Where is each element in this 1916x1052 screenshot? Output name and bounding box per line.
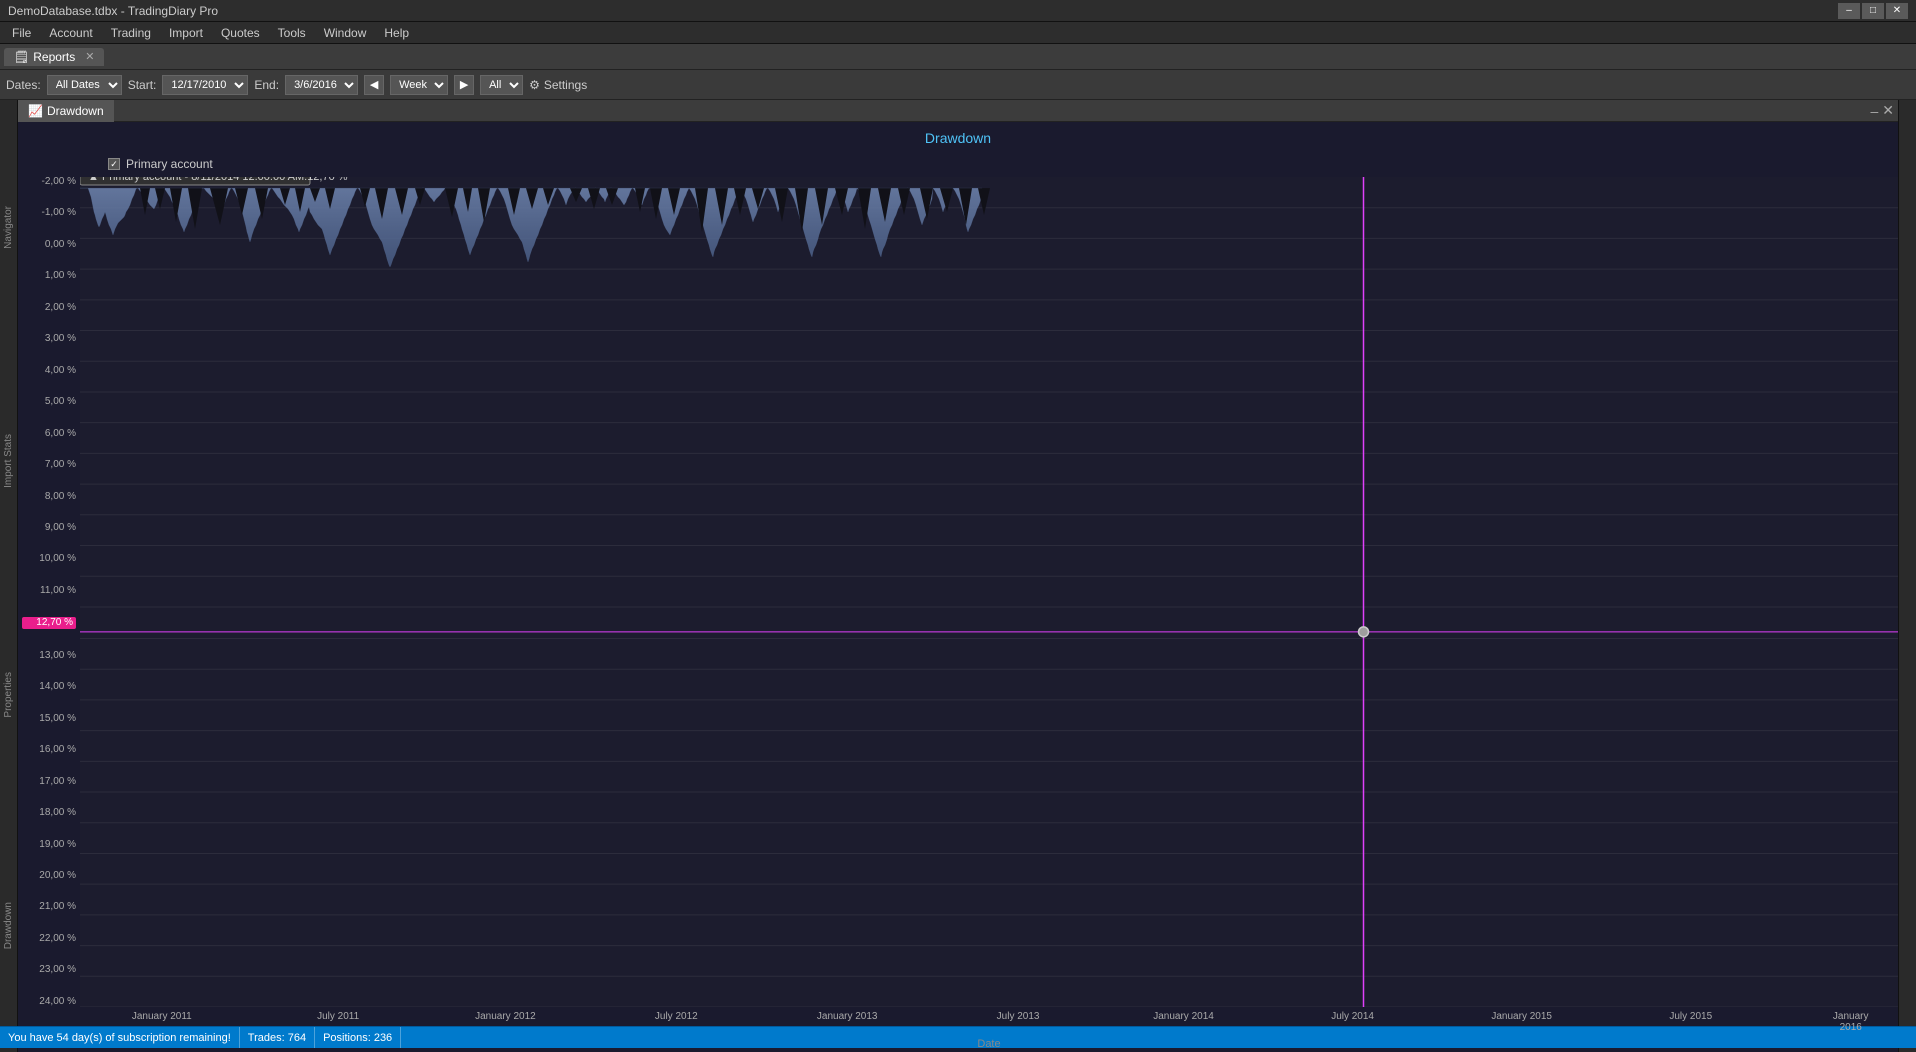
sidebar-navigator-label: Navigator xyxy=(3,206,14,249)
settings-button[interactable]: ⚙ Settings xyxy=(529,78,587,92)
y-label-9: 9,00 % xyxy=(22,523,76,533)
week-select[interactable]: Week xyxy=(390,75,448,95)
chart-title: Drawdown xyxy=(925,130,991,146)
legend-checkbox[interactable]: ✓ xyxy=(108,158,120,170)
sidebar-drawdown-label: Drawdown xyxy=(3,902,14,949)
reports-tab-close[interactable]: ✕ xyxy=(85,50,94,63)
menu-help[interactable]: Help xyxy=(376,24,417,42)
chart-area: 📈 Drawdown – ✕ Drawdown ✓ Primary accoun… xyxy=(18,100,1898,1052)
legend-label: Primary account xyxy=(126,157,213,171)
sidebar-properties-label: Properties xyxy=(3,672,14,718)
y-axis: -2,00 % -1,00 % 0,00 % 1,00 % 2,00 % 3,0… xyxy=(18,177,80,1007)
end-date-select[interactable]: 3/6/2016 xyxy=(285,75,358,95)
x-label-jan2015: January 2015 xyxy=(1491,1011,1552,1022)
y-label-10: 10,00 % xyxy=(22,554,76,564)
x-label-jul2014: July 2014 xyxy=(1331,1011,1374,1022)
y-label-17: 17,00 % xyxy=(22,777,76,787)
y-label-21: 21,00 % xyxy=(22,902,76,912)
menu-bar: File Account Trading Import Quotes Tools… xyxy=(0,22,1916,44)
reports-tab[interactable]: 🗒 Reports ✕ xyxy=(4,48,104,66)
title-bar-controls: – □ ✕ xyxy=(1838,3,1908,19)
y-label-2: 2,00 % xyxy=(22,303,76,313)
sidebar-import-label: Import Stats xyxy=(3,434,14,488)
reports-tab-bar: 🗒 Reports ✕ xyxy=(0,44,1916,70)
chart-inner: Drawdown ✓ Primary account xyxy=(18,122,1898,1052)
end-label: End: xyxy=(254,78,279,92)
chart-legend: ✓ Primary account xyxy=(108,157,213,171)
reports-tab-icon: 🗒 xyxy=(14,50,29,64)
y-label-12-highlighted: 12,70 % xyxy=(22,617,76,629)
y-label-16: 16,00 % xyxy=(22,745,76,755)
y-label-22: 22,00 % xyxy=(22,934,76,944)
menu-account[interactable]: Account xyxy=(41,24,100,42)
y-label-19: 19,00 % xyxy=(22,840,76,850)
next-button[interactable]: ▶ xyxy=(454,75,474,95)
menu-quotes[interactable]: Quotes xyxy=(213,24,268,42)
title-bar-title: DemoDatabase.tdbx - TradingDiary Pro xyxy=(8,4,218,18)
y-label-20: 20,00 % xyxy=(22,871,76,881)
y-label-0: 0,00 % xyxy=(22,240,76,250)
close-button[interactable]: ✕ xyxy=(1886,3,1908,19)
left-sidebar: Navigator Import Stats Properties Drawdo… xyxy=(0,100,18,1052)
dates-label: Dates: xyxy=(6,78,41,92)
y-label-n2: -2,00 % xyxy=(22,177,76,187)
y-label-6: 6,00 % xyxy=(22,429,76,439)
minimize-button[interactable]: – xyxy=(1838,3,1860,19)
menu-tools[interactable]: Tools xyxy=(270,24,314,42)
y-label-13: 13,00 % xyxy=(22,651,76,661)
x-label-jan2016: January 2016 xyxy=(1827,1011,1874,1033)
x-label-jan2012: January 2012 xyxy=(475,1011,536,1022)
y-label-15: 15,00 % xyxy=(22,714,76,724)
all-select[interactable]: All xyxy=(480,75,523,95)
y-label-1: 1,00 % xyxy=(22,271,76,281)
drawdown-minimize-btn[interactable]: – xyxy=(1870,103,1878,119)
settings-icon: ⚙ xyxy=(529,78,540,92)
menu-import[interactable]: Import xyxy=(161,24,211,42)
drawdown-tab-label: Drawdown xyxy=(47,104,104,118)
x-label-jan2013: January 2013 xyxy=(817,1011,878,1022)
y-label-8: 8,00 % xyxy=(22,492,76,502)
drawdown-tab-controls: – ✕ xyxy=(1870,102,1898,119)
y-label-18: 18,00 % xyxy=(22,808,76,818)
main-area: Navigator Import Stats Properties Drawdo… xyxy=(0,100,1916,1052)
right-sidebar xyxy=(1898,100,1916,1052)
x-label-jan2014: January 2014 xyxy=(1153,1011,1214,1022)
y-label-24: 24,00 % xyxy=(22,997,76,1007)
y-label-23: 23,00 % xyxy=(22,965,76,975)
y-label-4: 4,00 % xyxy=(22,366,76,376)
x-axis-title: Date xyxy=(977,1038,1000,1050)
chart-svg: ▲ Primary account - 8/11/2014 12:00:00 A… xyxy=(80,177,1898,1007)
drawdown-tab[interactable]: 📈 Drawdown xyxy=(18,100,114,122)
menu-trading[interactable]: Trading xyxy=(103,24,159,42)
title-bar: DemoDatabase.tdbx - TradingDiary Pro – □… xyxy=(0,0,1916,22)
y-label-11: 11,00 % xyxy=(22,586,76,596)
svg-text:▲ Primary account - 8/11/2014: ▲ Primary account - 8/11/2014 12:00:00 A… xyxy=(88,177,348,183)
prev-button[interactable]: ◀ xyxy=(364,75,384,95)
x-label-jul2015: July 2015 xyxy=(1669,1011,1712,1022)
y-label-7: 7,00 % xyxy=(22,460,76,470)
reports-tab-label: Reports xyxy=(33,50,75,64)
y-label-5: 5,00 % xyxy=(22,397,76,407)
x-axis: January 2011 July 2011 January 2012 July… xyxy=(80,1007,1898,1052)
drawdown-close-btn[interactable]: ✕ xyxy=(1882,102,1894,119)
x-label-jul2013: July 2013 xyxy=(997,1011,1040,1022)
menu-file[interactable]: File xyxy=(4,24,39,42)
x-label-jul2012: July 2012 xyxy=(655,1011,698,1022)
start-label: Start: xyxy=(128,78,157,92)
y-label-n1: -1,00 % xyxy=(22,208,76,218)
drawdown-tab-icon: 📈 xyxy=(28,104,43,118)
x-label-jan2011: January 2011 xyxy=(132,1011,192,1022)
dates-select[interactable]: All Dates xyxy=(47,75,122,95)
drawdown-tab-bar: 📈 Drawdown – ✕ xyxy=(18,100,1898,122)
settings-label: Settings xyxy=(544,78,587,92)
maximize-button[interactable]: □ xyxy=(1862,3,1884,19)
start-date-select[interactable]: 12/17/2010 xyxy=(162,75,248,95)
x-label-jul2011: July 2011 xyxy=(317,1011,359,1022)
y-label-14: 14,00 % xyxy=(22,682,76,692)
toolbar: Dates: All Dates Start: 12/17/2010 End: … xyxy=(0,70,1916,100)
y-label-3: 3,00 % xyxy=(22,334,76,344)
menu-window[interactable]: Window xyxy=(316,24,375,42)
